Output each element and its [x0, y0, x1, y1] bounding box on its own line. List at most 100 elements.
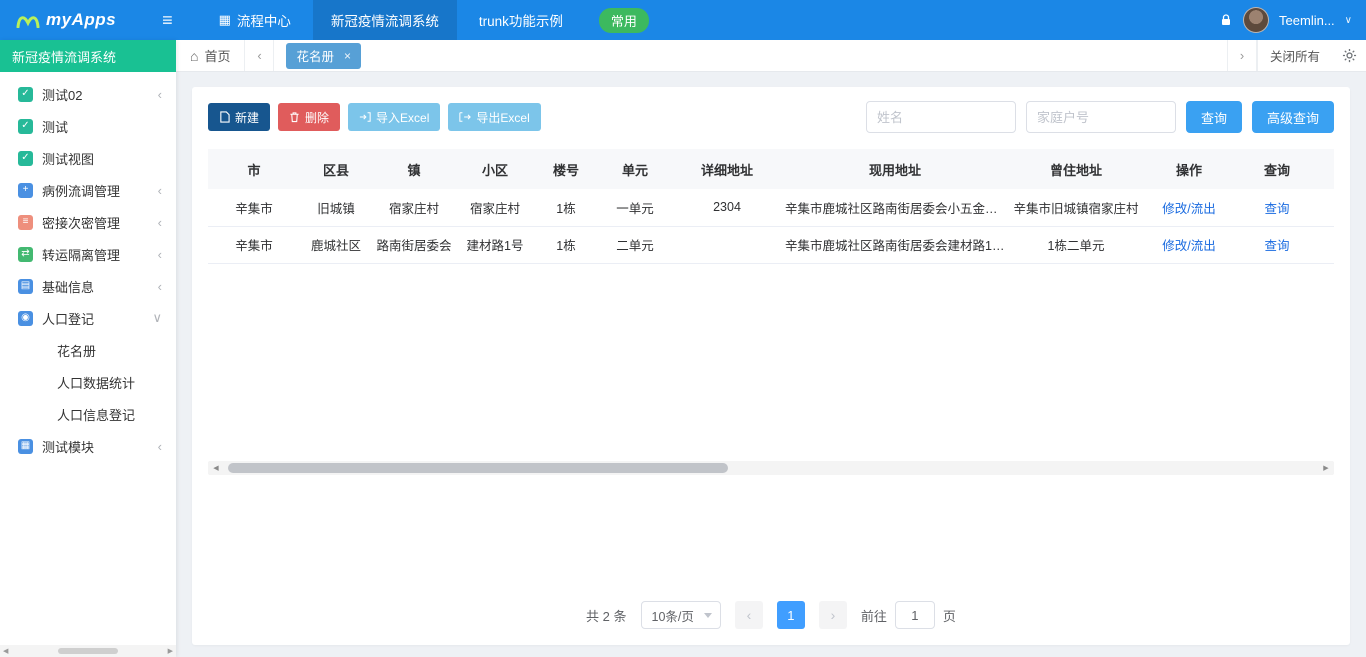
roster-card: 新建 删除 导入Excel 导出Excel — [192, 87, 1350, 645]
tab-home[interactable]: ⌂ 首页 — [176, 40, 244, 71]
col-town: 镇 — [372, 149, 456, 189]
table-row[interactable]: 辛集市 旧城镇 宿家庄村 宿家庄村 1栋 一单元 2304 辛集市鹿城社区路南街… — [208, 189, 1334, 226]
sidebar-item-case-survey[interactable]: + 病例流调管理 ‹ — [0, 174, 176, 206]
page-number-1[interactable]: 1 — [777, 601, 805, 629]
next-page-button[interactable]: › — [819, 601, 847, 629]
app-name: myApps — [46, 10, 116, 30]
sidebar-item-close-contact[interactable]: ≡ 密接次密管理 ‹ — [0, 206, 176, 238]
sidebar: 新冠疫情流调系统 ✓ 测试02 ‹ ✓ 测试 ✓ 测试视图 + 病例流调管理 ‹… — [0, 40, 176, 657]
new-button[interactable]: 新建 — [208, 103, 270, 131]
tab-roster[interactable]: 花名册 × — [286, 43, 361, 69]
export-icon — [459, 111, 471, 123]
topbar: myApps ≡ ▦ 流程中心 新冠疫情流调系统 trunk功能示例 常用 Te… — [0, 0, 1366, 40]
sidebar-item-population-info[interactable]: 人口信息登记 — [0, 398, 176, 430]
sidebar-item-population-register[interactable]: ◉ 人口登记 ∨ — [0, 302, 176, 334]
col-query: 查询 — [1234, 149, 1320, 189]
nav-covid-system[interactable]: 新冠疫情流调系统 — [313, 0, 457, 40]
file-icon — [219, 111, 230, 123]
goto-page-input[interactable] — [895, 601, 935, 629]
sidebar-title: 新冠疫情流调系统 — [0, 40, 176, 72]
home-icon: ⌂ — [190, 48, 198, 64]
app-logo[interactable]: myApps — [16, 10, 116, 30]
sidebar-item-population-stats[interactable]: 人口数据统计 — [0, 366, 176, 398]
import-excel-button[interactable]: 导入Excel — [348, 103, 440, 131]
edit-flow-link[interactable]: 修改/流出 — [1162, 239, 1215, 253]
col-county: 区县 — [300, 149, 372, 189]
table-viewport: 市 区县 镇 小区 楼号 单元 详细地址 现用地址 曾住地址 操作 查询 — [208, 149, 1334, 461]
scroll-left-icon[interactable]: ◀ — [208, 461, 224, 475]
col-filler — [1320, 149, 1334, 189]
sidebar-item-test-view[interactable]: ✓ 测试视图 — [0, 142, 176, 174]
delete-button[interactable]: 删除 — [278, 103, 340, 131]
sidebar-item-basic-info[interactable]: ▤ 基础信息 ‹ — [0, 270, 176, 302]
check-icon: ✓ — [18, 151, 33, 166]
scroll-left-icon[interactable]: ◀ — [3, 647, 8, 655]
tabs-scroll-left[interactable]: ‹ — [244, 40, 274, 71]
chevron-down-icon — [704, 613, 712, 618]
avatar[interactable] — [1243, 7, 1269, 33]
advanced-query-button[interactable]: 高级查询 — [1252, 101, 1334, 133]
export-excel-button[interactable]: 导出Excel — [448, 103, 540, 131]
check-icon: ✓ — [18, 87, 33, 102]
chevron-down-icon[interactable]: ∨ — [1345, 15, 1352, 26]
edit-flow-link[interactable]: 修改/流出 — [1162, 202, 1215, 216]
row-query-link[interactable]: 查询 — [1264, 239, 1289, 253]
chevron-left-icon: ‹ — [158, 215, 162, 230]
sidebar-item-test02[interactable]: ✓ 测试02 ‹ — [0, 78, 176, 110]
topbar-right: Teemlin... ∨ — [1219, 7, 1352, 33]
col-detail-address: 详细地址 — [672, 149, 782, 189]
name-input[interactable] — [866, 101, 1016, 133]
sidebar-item-test-module[interactable]: ▦ 测试模块 ‹ — [0, 430, 176, 462]
roster-table: 市 区县 镇 小区 楼号 单元 详细地址 现用地址 曾住地址 操作 查询 — [208, 149, 1334, 264]
goto-page: 前往 页 — [861, 601, 956, 629]
lock-icon[interactable] — [1219, 13, 1233, 27]
scroll-right-icon[interactable]: ▶ — [168, 647, 173, 655]
sidebar-item-test[interactable]: ✓ 测试 — [0, 110, 176, 142]
scrollbar-thumb[interactable] — [228, 463, 728, 473]
sidebar-item-transfer-quarantine[interactable]: ⇄ 转运隔离管理 ‹ — [0, 238, 176, 270]
col-building: 楼号 — [534, 149, 598, 189]
sidebar-item-roster[interactable]: 花名册 — [0, 334, 176, 366]
tab-bar: ⌂ 首页 ‹ 花名册 × › 关闭所有 — [176, 40, 1366, 72]
logo-butterfly-icon — [16, 12, 40, 28]
gear-icon[interactable] — [1332, 40, 1366, 71]
household-number-input[interactable] — [1026, 101, 1176, 133]
chevron-down-icon: ∨ — [152, 310, 162, 326]
chevron-left-icon: ‹ — [158, 247, 162, 262]
col-former-address: 曾住地址 — [1008, 149, 1144, 189]
total-count: 共 2 条 — [586, 606, 626, 625]
scrollbar-thumb[interactable] — [58, 648, 118, 654]
user-name[interactable]: Teemlin... — [1279, 13, 1335, 28]
sidebar-collapse-icon[interactable]: ≡ — [162, 10, 173, 31]
row-query-link[interactable]: 查询 — [1264, 202, 1289, 216]
tabs-scroll-right[interactable]: › — [1227, 40, 1257, 71]
col-current-address: 现用地址 — [782, 149, 1008, 189]
col-unit: 单元 — [598, 149, 672, 189]
close-icon[interactable]: × — [344, 49, 351, 63]
query-button[interactable]: 查询 — [1186, 101, 1242, 133]
page-content: 新建 删除 导入Excel 导出Excel — [176, 72, 1366, 657]
chevron-left-icon: ‹ — [158, 279, 162, 294]
module-icon: ▦ — [18, 439, 33, 454]
col-city: 市 — [208, 149, 300, 189]
page-size-select[interactable]: 10条/页 — [641, 601, 721, 629]
people-icon: ◉ — [18, 311, 33, 326]
pagination: 共 2 条 10条/页 ‹ 1 › 前往 页 — [208, 591, 1334, 635]
chevron-left-icon: ‹ — [158, 87, 162, 102]
table-row[interactable]: 辛集市 鹿城社区 路南街居委会 建材路1号 1栋 二单元 辛集市鹿城社区路南街居… — [208, 226, 1334, 263]
table-horizontal-scrollbar[interactable]: ◀ ▶ — [208, 461, 1334, 475]
nav-common-badge[interactable]: 常用 — [599, 8, 649, 33]
document-icon: ▤ — [18, 279, 33, 294]
chevron-left-icon: ‹ — [158, 183, 162, 198]
transfer-icon: ⇄ — [18, 247, 33, 262]
sidebar-menu: ✓ 测试02 ‹ ✓ 测试 ✓ 测试视图 + 病例流调管理 ‹ ≡ 密接次密管理… — [0, 72, 176, 645]
nav-trunk-demo[interactable]: trunk功能示例 — [461, 0, 581, 40]
scroll-right-icon[interactable]: ▶ — [1318, 461, 1334, 475]
grid-icon: ▦ — [219, 12, 231, 28]
prev-page-button[interactable]: ‹ — [735, 601, 763, 629]
nav-process-center[interactable]: ▦ 流程中心 — [201, 0, 309, 40]
top-nav: ▦ 流程中心 新冠疫情流调系统 trunk功能示例 常用 — [201, 0, 649, 40]
sidebar-horizontal-scrollbar[interactable]: ◀ ▶ — [0, 645, 176, 657]
chevron-left-icon: ‹ — [158, 439, 162, 454]
close-all-button[interactable]: 关闭所有 — [1257, 40, 1332, 71]
